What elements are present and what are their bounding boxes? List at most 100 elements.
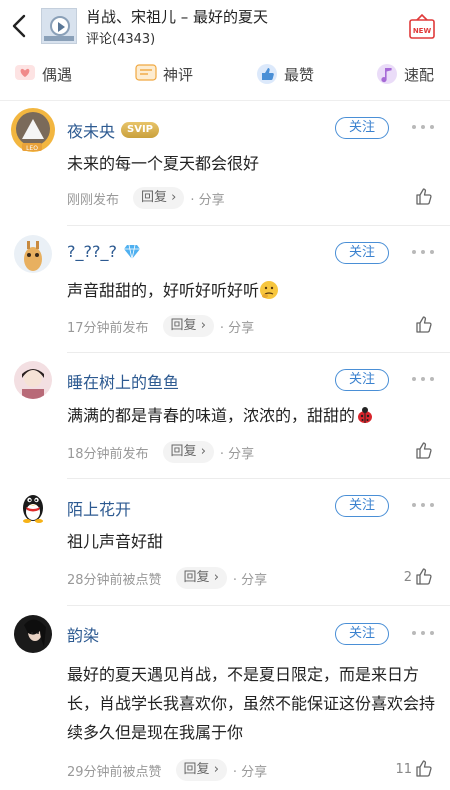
comment-nickname[interactable]: 韵染: [67, 622, 99, 646]
tab-label: 偶遇: [42, 65, 73, 84]
tab-match[interactable]: 速配: [376, 56, 434, 92]
follow-button[interactable]: 关注: [335, 369, 389, 391]
svg-text:LEO: LEO: [26, 145, 38, 152]
share-button[interactable]: · 分享: [233, 761, 267, 780]
share-label: 分享: [228, 446, 255, 462]
share-label: 分享: [241, 764, 268, 780]
album-cover[interactable]: [41, 8, 77, 44]
comment-meta: 18分钟前发布 回复 › · 分享: [67, 441, 254, 463]
share-label: 分享: [241, 572, 268, 588]
share-button[interactable]: · 分享: [233, 569, 267, 588]
thumbs-up-icon: [416, 760, 432, 777]
comment-time: 刚刚发布: [67, 192, 120, 208]
comment-tabs: 偶遇 神评 最赞 速配: [0, 56, 450, 92]
song-title: 肖战、宋祖儿 – 最好的夏天: [86, 8, 269, 26]
divider: [0, 100, 450, 101]
comment-meta: 17分钟前发布 回复 › · 分享: [67, 315, 254, 337]
heart-chat-icon: [15, 65, 35, 80]
more-options-icon[interactable]: [412, 500, 434, 510]
tab-label: 速配: [404, 65, 435, 84]
nickname-text[interactable]: 陌上花开: [67, 496, 131, 520]
like-count: 2: [403, 569, 412, 585]
like-button[interactable]: [412, 315, 434, 335]
share-button[interactable]: · 分享: [190, 189, 224, 208]
reply-button[interactable]: 回复 ›: [133, 187, 185, 209]
tab-encounter[interactable]: 偶遇: [14, 56, 72, 92]
play-icon: [50, 16, 70, 36]
reply-label: 回复: [170, 318, 197, 333]
comment-nickname[interactable]: ?_??_?: [67, 242, 141, 261]
tab-label: 最赞: [284, 65, 315, 84]
comment-meta: 28分钟前被点赞 回复 › · 分享: [67, 567, 267, 589]
follow-button[interactable]: 关注: [335, 242, 389, 264]
nickname-text[interactable]: 睡在树上的鱼鱼: [67, 369, 179, 393]
tab-most-liked[interactable]: 最赞: [256, 56, 314, 92]
share-button[interactable]: · 分享: [220, 317, 254, 336]
reply-button[interactable]: 回复 ›: [175, 759, 227, 781]
comment-meta: 刚刚发布 回复 › · 分享: [67, 187, 225, 209]
thumbs-up-icon: [416, 188, 432, 205]
header-bar: 肖战、宋祖儿 – 最好的夏天 评论(4343) NEW: [0, 0, 450, 52]
divider: [67, 478, 450, 479]
thumbs-up-icon: [416, 442, 432, 459]
like-button[interactable]: 11: [395, 759, 434, 779]
follow-button[interactable]: 关注: [335, 623, 389, 645]
divider: [67, 352, 450, 353]
reply-button[interactable]: 回复 ›: [162, 441, 214, 463]
diamond-badge-icon: [123, 244, 140, 259]
comment-text: 未来的每一个夏天都会很好: [67, 154, 260, 173]
thumbs-up-icon: [416, 568, 432, 585]
svip-badge: SVIP: [121, 122, 160, 138]
ladybug-emoji-icon: [358, 407, 373, 423]
share-label: 分享: [198, 192, 225, 208]
comment-text: 祖儿声音好甜: [67, 532, 164, 551]
more-options-icon[interactable]: [412, 122, 434, 132]
nickname-text[interactable]: 夜未央: [67, 118, 115, 142]
thumbs-up-icon: [257, 64, 277, 84]
tab-top-comments[interactable]: 神评: [135, 56, 193, 92]
share-label: 分享: [228, 320, 255, 336]
like-button[interactable]: [412, 187, 434, 207]
divider: [67, 605, 450, 606]
comment-text: 声音甜甜的，好听好听好听: [67, 276, 437, 306]
comment-text: 满满的都是青春的味道，浓浓的，甜甜的: [67, 401, 437, 431]
comment-time: 17分钟前发布: [67, 320, 149, 336]
comment-nickname[interactable]: 陌上花开: [67, 496, 131, 520]
thumbs-up-icon: [416, 316, 432, 333]
message-icon: [135, 64, 157, 81]
reply-button[interactable]: 回复 ›: [162, 315, 214, 337]
comment-nickname[interactable]: 睡在树上的鱼鱼: [67, 369, 179, 393]
thinking-emoji-icon: [260, 281, 279, 299]
nickname-text[interactable]: ?_??_?: [67, 242, 117, 261]
reply-label: 回复: [183, 762, 210, 777]
qq-penguin-avatar[interactable]: [14, 487, 52, 525]
comment-meta: 29分钟前被点赞 回复 › · 分享: [67, 759, 267, 781]
comment-count: 评论(4343): [86, 32, 156, 47]
more-options-icon[interactable]: [412, 628, 434, 638]
reply-label: 回复: [183, 570, 210, 585]
comment-time: 28分钟前被点赞: [67, 572, 162, 588]
avatar[interactable]: [14, 615, 52, 653]
avatar[interactable]: [14, 235, 52, 273]
back-arrow-icon[interactable]: [8, 10, 32, 42]
more-options-icon[interactable]: [412, 374, 434, 384]
comment-time: 18分钟前发布: [67, 446, 149, 462]
divider: [67, 225, 450, 226]
avatar[interactable]: LEO: [8, 105, 58, 155]
comment-time: 29分钟前被点赞: [67, 764, 162, 780]
nickname-text[interactable]: 韵染: [67, 622, 99, 646]
avatar[interactable]: [14, 361, 52, 399]
like-button[interactable]: 2: [404, 567, 434, 587]
follow-button[interactable]: 关注: [335, 495, 389, 517]
follow-button[interactable]: 关注: [335, 117, 389, 139]
like-button[interactable]: [412, 441, 434, 461]
new-mailbox-icon[interactable]: NEW: [408, 14, 436, 40]
comment-text-content: 满满的都是青春的味道，浓浓的，甜甜的: [67, 406, 356, 425]
share-button[interactable]: · 分享: [220, 443, 254, 462]
reply-label: 回复: [170, 444, 197, 459]
comment-nickname[interactable]: 夜未央 SVIP: [67, 118, 160, 142]
reply-button[interactable]: 回复 ›: [175, 567, 227, 589]
comment-text: 最好的夏天遇见肖战，不是夏日限定，而是来日方长，肖战学长我喜欢你，虽然不能保证这…: [67, 665, 436, 742]
more-options-icon[interactable]: [412, 247, 434, 257]
new-badge-text: NEW: [413, 27, 432, 35]
